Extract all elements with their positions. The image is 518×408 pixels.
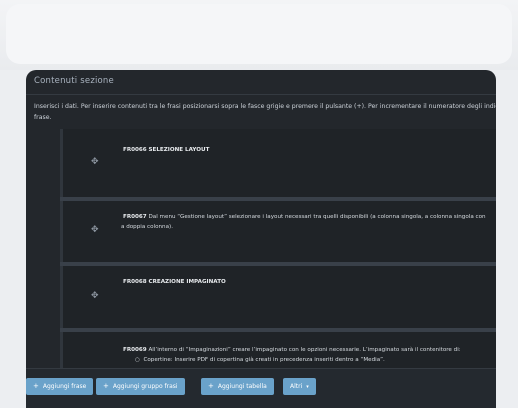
phrase-text: FR0067 Dal menu “Gestione layout” selezi…	[121, 214, 486, 230]
move-handle-icon[interactable]: ✥	[91, 157, 99, 167]
add-phrase-button[interactable]: + Aggiungi frase	[26, 378, 94, 395]
phrase-text: FR0069 All’interno di “Impaginazioni” cr…	[123, 347, 461, 353]
phrase-row[interactable]: ✥ FR0067 Dal menu “Gestione layout” sele…	[60, 201, 496, 262]
intro-text: Inserisci i dati. Per inserire contenuti…	[34, 101, 496, 123]
contenuti-sezione-panel: Contenuti sezione Inserisci i dati. Per …	[26, 70, 496, 408]
phrase-row[interactable]: ✥ FR0068 CREAZIONE IMPAGINATO	[60, 266, 496, 328]
intro-line1: Inserisci i dati. Per inserire contenuti…	[34, 103, 496, 110]
phrase-row[interactable]: ✥ FR0066 SELEZIONE LAYOUT	[60, 129, 496, 197]
move-handle-icon[interactable]: ✥	[91, 291, 99, 301]
plus-icon: +	[33, 382, 39, 390]
move-handle-icon[interactable]: ✥	[91, 225, 99, 235]
add-phrase-group-button[interactable]: + Aggiungi gruppo frasi	[96, 378, 185, 395]
panel-title: Contenuti sezione	[34, 76, 114, 86]
add-table-button[interactable]: + Aggiungi tabella	[201, 378, 274, 395]
phrase-text: FR0068 CREAZIONE IMPAGINATO	[123, 279, 226, 285]
phrase-row[interactable]: FR0069 All’interno di “Impaginazioni” cr…	[60, 332, 496, 372]
plus-icon: +	[208, 382, 214, 390]
phrase-text: FR0066 SELEZIONE LAYOUT	[123, 147, 210, 153]
others-dropdown-button[interactable]: Altri ▾	[283, 378, 316, 395]
phrase-bullet: ○ Copertine: Inserire PDF di copertina g…	[135, 357, 385, 363]
panel-footer: + Aggiungi frase + Aggiungi gruppo frasi +…	[26, 368, 496, 408]
panel-header: Contenuti sezione	[26, 70, 496, 95]
intro-line2: frase.	[34, 114, 52, 121]
caret-down-icon: ▾	[306, 384, 309, 390]
app-shell	[6, 4, 512, 64]
plus-icon: +	[103, 382, 109, 390]
